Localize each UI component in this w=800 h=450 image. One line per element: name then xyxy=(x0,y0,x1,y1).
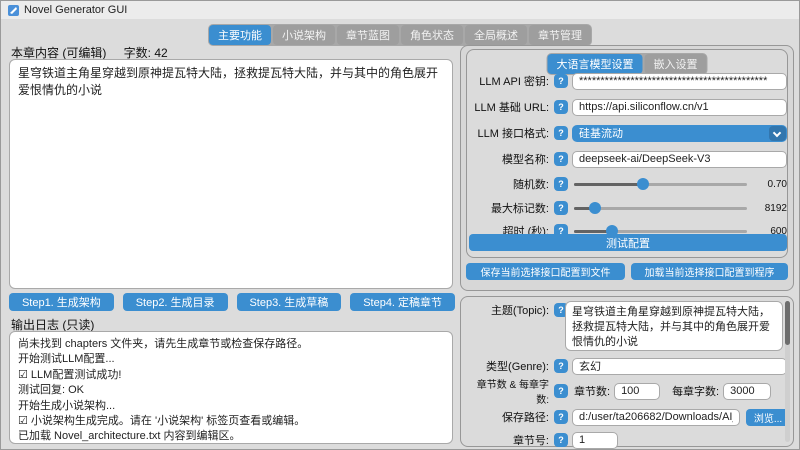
max-tokens-row: 最大标记数: ? 8192 xyxy=(471,199,787,217)
chapter-content-editor[interactable]: 星穹铁道主角星穿越到原神提瓦特大陆，拯救提瓦特大陆，并与其中的角色展开爱恨情仇的… xyxy=(9,59,453,289)
tab-embedding-settings[interactable]: 嵌入设置 xyxy=(644,54,707,74)
tab-chapter-blueprint[interactable]: 章节蓝图 xyxy=(337,25,399,45)
chapters-row: 章节数 & 每章字数: ? 章节数: 每章字数: xyxy=(471,380,787,406)
slider-knob[interactable] xyxy=(637,178,650,190)
temperature-help-icon[interactable]: ? xyxy=(554,177,568,191)
chapter-index-label: 章节号: xyxy=(512,435,549,447)
topic-label: 主题(Topic): xyxy=(490,305,549,317)
base-url-label: LLM 基础 URL: xyxy=(474,102,549,114)
model-name-row: 模型名称: ? xyxy=(471,150,787,168)
api-key-row: LLM API 密钥: ? xyxy=(471,72,787,90)
words-per-chapter-label: 每章字数: xyxy=(672,386,720,398)
chevron-down-icon xyxy=(769,125,786,141)
tab-character-state[interactable]: 角色状态 xyxy=(401,25,463,45)
chapter-index-input[interactable] xyxy=(572,431,618,449)
scrollbar-thumb[interactable] xyxy=(785,301,790,345)
save-config-button[interactable]: 保存当前选择接口配置到文件 xyxy=(466,263,625,280)
chapters-help-icon[interactable]: ? xyxy=(554,384,568,398)
interface-format-label: LLM 接口格式: xyxy=(477,128,549,140)
chapters-label: 章节数 & 每章字数: xyxy=(476,380,549,406)
save-path-row: 保存路径: ? 浏览... xyxy=(471,408,790,426)
tab-chapter-manage[interactable]: 章节管理 xyxy=(529,25,591,45)
interface-format-help-icon[interactable]: ? xyxy=(554,126,568,140)
slider-knob[interactable] xyxy=(588,202,601,214)
api-key-label: LLM API 密钥: xyxy=(479,76,549,88)
window-title: Novel Generator GUI xyxy=(24,4,128,16)
base-url-help-icon[interactable]: ? xyxy=(554,100,568,114)
main-tab-bar: 主要功能 小说架构 章节蓝图 角色状态 全局概述 章节管理 xyxy=(208,24,592,46)
tab-main-functions[interactable]: 主要功能 xyxy=(209,25,271,45)
base-url-row: LLM 基础 URL: ? xyxy=(471,98,787,116)
api-key-input[interactable] xyxy=(572,72,787,90)
interface-format-row: LLM 接口格式: ? 硅基流动 xyxy=(471,124,787,142)
chapter-count-input[interactable] xyxy=(614,382,661,400)
max-tokens-value: 8192 xyxy=(764,202,787,214)
genre-help-icon[interactable]: ? xyxy=(554,359,568,373)
step-buttons: Step1. 生成架构 Step2. 生成目录 Step3. 生成草稿 Step… xyxy=(9,293,455,311)
interface-format-value: 硅基流动 xyxy=(579,128,623,140)
test-config-button[interactable]: 测试配置 xyxy=(469,234,787,251)
editor-title: 本章内容 (可编辑) xyxy=(11,46,107,60)
app-icon xyxy=(8,4,19,16)
tab-novel-architecture[interactable]: 小说架构 xyxy=(273,25,335,45)
tab-llm-settings[interactable]: 大语言模型设置 xyxy=(547,54,643,74)
genre-input[interactable] xyxy=(572,357,787,375)
step2-generate-directory-button[interactable]: Step2. 生成目录 xyxy=(122,293,228,311)
genre-label: 类型(Genre): xyxy=(486,361,549,373)
words-per-chapter-input[interactable] xyxy=(723,382,772,400)
genre-row: 类型(Genre): ? xyxy=(471,357,787,375)
chapter-index-row: 章节号: ? xyxy=(471,431,787,449)
step1-generate-architecture-button[interactable]: Step1. 生成架构 xyxy=(9,293,114,311)
app-window: Novel Generator GUI 主要功能 小说架构 章节蓝图 角色状态 … xyxy=(0,0,800,450)
output-log[interactable]: 尚未找到 chapters 文件夹，请先生成章节或检查保存路径。 开始测试LLM… xyxy=(9,331,453,444)
step3-generate-draft-button[interactable]: Step3. 生成草稿 xyxy=(236,293,342,311)
save-path-input[interactable] xyxy=(572,408,740,426)
model-name-label: 模型名称: xyxy=(501,154,549,166)
interface-format-select[interactable]: 硅基流动 xyxy=(572,124,787,142)
temperature-value: 0.70 xyxy=(767,178,787,190)
browse-button[interactable]: 浏览... xyxy=(746,408,790,426)
title-bar: Novel Generator GUI xyxy=(1,1,799,19)
max-tokens-slider[interactable] xyxy=(574,201,747,215)
max-tokens-help-icon[interactable]: ? xyxy=(554,201,568,215)
step4-finalize-chapter-button[interactable]: Step4. 定稿章节 xyxy=(350,293,455,311)
save-path-help-icon[interactable]: ? xyxy=(554,410,568,424)
tab-global-summary[interactable]: 全局概述 xyxy=(465,25,527,45)
api-key-help-icon[interactable]: ? xyxy=(554,74,568,88)
chapter-index-help-icon[interactable]: ? xyxy=(554,433,568,447)
max-tokens-label: 最大标记数: xyxy=(490,203,549,215)
chapter-count-label: 章节数: xyxy=(574,386,611,398)
model-name-help-icon[interactable]: ? xyxy=(554,152,568,166)
model-name-input[interactable] xyxy=(572,150,787,168)
load-config-button[interactable]: 加载当前选择接口配置到程序 xyxy=(631,263,788,280)
base-url-input[interactable] xyxy=(572,98,787,116)
temperature-slider[interactable] xyxy=(574,177,747,191)
temperature-row: 随机数: ? 0.70 xyxy=(471,175,787,193)
save-path-label: 保存路径: xyxy=(501,412,549,424)
topic-input[interactable]: 星穹铁道主角星穿越到原神提瓦特大陆，拯救提瓦特大陆，并与其中的角色展开爱恨情仇的… xyxy=(565,301,783,351)
temperature-label: 随机数: xyxy=(512,179,549,191)
word-count: 字数: 42 xyxy=(123,46,168,60)
